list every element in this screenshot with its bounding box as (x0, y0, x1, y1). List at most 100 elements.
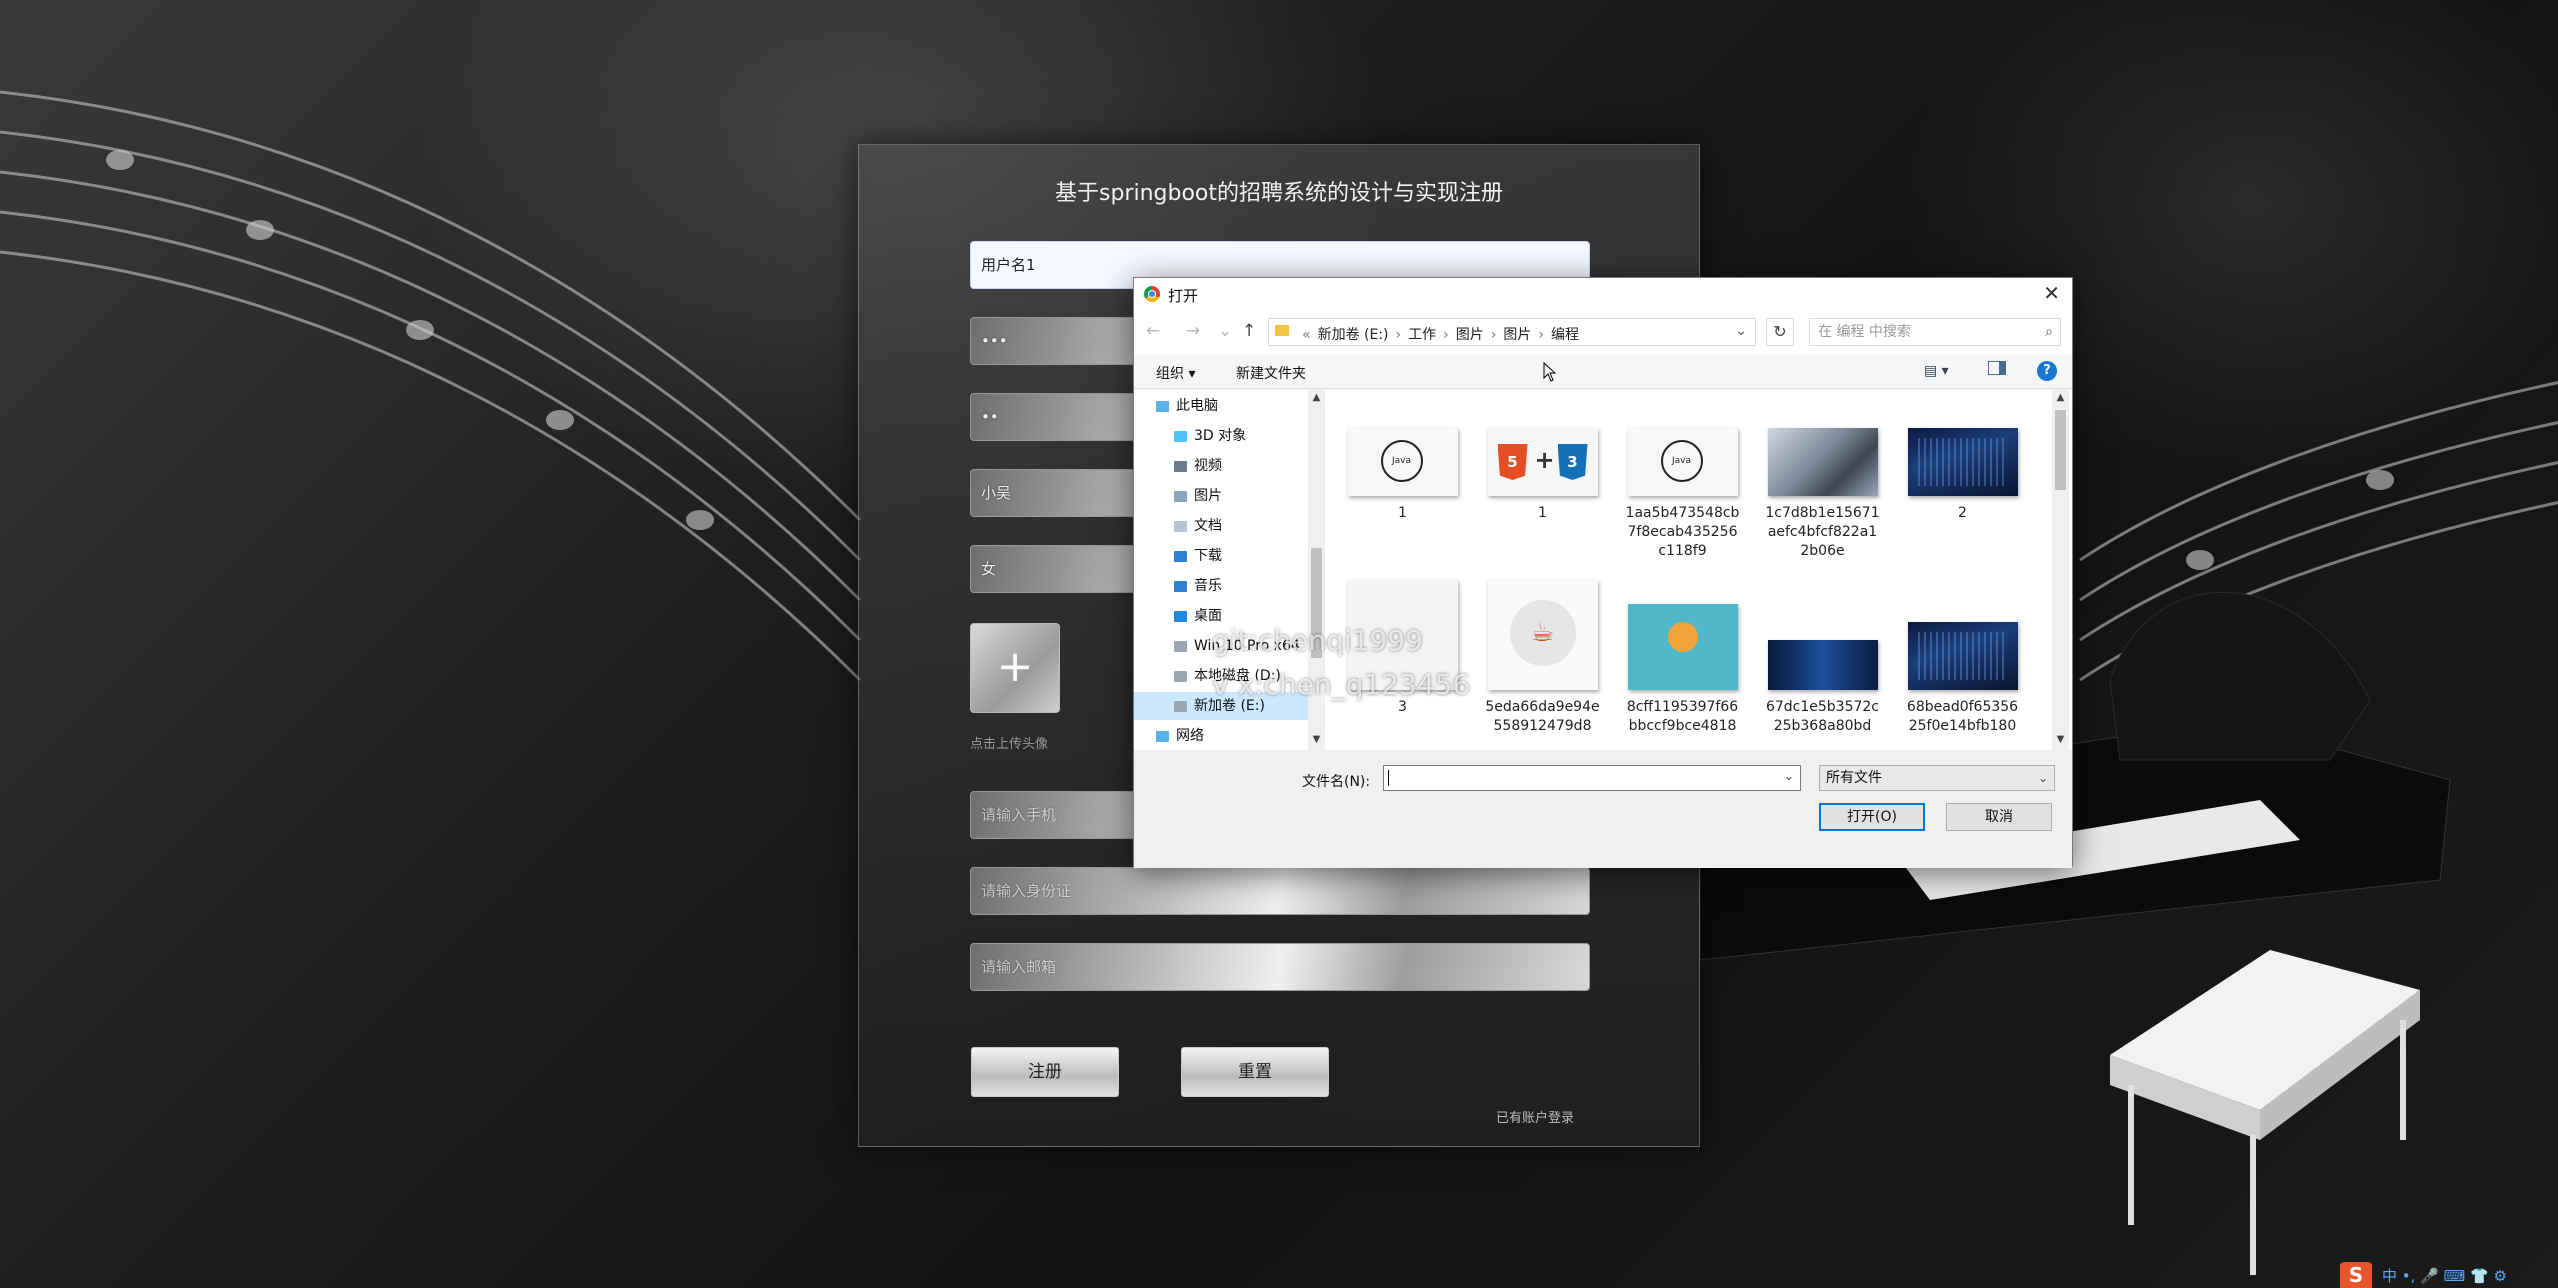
new-folder-button[interactable]: 新建文件夹 (1236, 363, 1306, 383)
file-name: 1aa5b473548cb7f8ecab435256c118f9 (1625, 505, 1740, 559)
nav-item-label: 网络 (1176, 728, 1204, 744)
file-item[interactable]: Java 1 (1345, 428, 1460, 523)
pictures-icon (1174, 490, 1187, 502)
cancel-button[interactable]: 取消 (1946, 803, 2052, 831)
search-input[interactable]: 在 编程 中搜索 ⌕ (1809, 318, 2061, 346)
confirm-password-value: •• (981, 408, 999, 426)
chevron-down-icon: ⌄ (2037, 771, 2048, 785)
ime-status[interactable]: 中 •, 🎤 ⌨ 👕 ⚙ (2382, 1265, 2507, 1286)
file-item[interactable]: 2 (1905, 428, 2020, 523)
breadcrumb-item[interactable]: 图片 (1503, 327, 1531, 343)
refresh-button[interactable]: ↻ (1766, 318, 1794, 346)
dialog-title: 打开 (1168, 287, 1199, 305)
file-name: 1c7d8b1e15671aefc4bfcf822a12b06e (1765, 505, 1880, 559)
scrollbar-thumb[interactable] (2055, 410, 2066, 490)
register-button[interactable]: 注册 (971, 1047, 1119, 1097)
laptop-photo-thumbnail (1767, 428, 1878, 496)
file-item[interactable]: 68bead0f6535625f0e14bfb180 (1905, 622, 2020, 736)
file-name: 8cff1195397f66bbccf9bce4818 (1626, 699, 1739, 734)
filename-input[interactable]: ⌄ (1383, 765, 1801, 791)
back-arrow-icon[interactable]: ← (1146, 321, 1160, 341)
watermark-line: v x:chen_q123456 (1212, 668, 1471, 701)
teal-illustration-thumbnail (1627, 604, 1738, 690)
refresh-icon: ↻ (1773, 322, 1787, 341)
nav-item-music[interactable]: 音乐 (1134, 572, 1327, 600)
sogou-ime-icon[interactable]: S (2340, 1262, 2372, 1288)
open-button[interactable]: 打开(O) (1819, 803, 1925, 831)
username-value: 用户名1 (981, 256, 1036, 274)
3d-objects-icon (1174, 430, 1187, 442)
nav-item-pictures[interactable]: 图片 (1134, 482, 1327, 510)
breadcrumb: «新加卷 (E:) › 工作 › 图片 › 图片 › 编程 (1302, 327, 1579, 343)
view-options-icon[interactable]: ▤ ▾ (1924, 363, 1949, 379)
drive-icon (1174, 640, 1187, 652)
upload-hint: 点击上传头像 (970, 737, 1049, 752)
network-icon (1156, 730, 1169, 742)
scroll-up-icon[interactable]: ▲ (2052, 392, 2069, 403)
drive-icon (1174, 670, 1187, 682)
chevron-down-icon[interactable]: ⌄ (1784, 769, 1794, 783)
address-bar[interactable]: «新加卷 (E:) › 工作 › 图片 › 图片 › 编程 ⌄ (1268, 318, 1756, 346)
email-input[interactable]: 请输入邮箱 (970, 943, 1590, 991)
nav-item-downloads[interactable]: 下载 (1134, 542, 1327, 570)
music-icon (1174, 580, 1187, 592)
gender-value: 女 (981, 560, 997, 578)
java-cup-thumbnail: ☕ (1487, 580, 1598, 690)
recent-dropdown-icon[interactable]: ⌄ (1218, 321, 1232, 341)
file-name: 67dc1e5b3572c25b368a80bd (1765, 699, 1880, 734)
java-logo-thumbnail: Java (1347, 428, 1458, 496)
file-item[interactable]: 5 + 3 1 (1485, 428, 1600, 523)
phone-placeholder: 请输入手机 (981, 806, 1057, 824)
breadcrumb-item[interactable]: 新加卷 (E:) (1318, 327, 1389, 343)
idcard-input[interactable]: 请输入身份证 (970, 867, 1590, 915)
download-icon (1174, 550, 1187, 562)
up-arrow-icon[interactable]: ↑ (1242, 321, 1256, 341)
password-value: ••• (981, 332, 1008, 350)
nav-item-video[interactable]: 视频 (1134, 452, 1327, 480)
desktop-icon (1174, 610, 1187, 622)
file-item[interactable]: Java 1aa5b473548cb7f8ecab435256c118f9 (1625, 428, 1740, 561)
nav-item-label: 视频 (1194, 458, 1222, 474)
file-item[interactable]: 67dc1e5b3572c25b368a80bd (1765, 640, 1880, 736)
organize-menu[interactable]: 组织 ▾ (1156, 363, 1195, 383)
file-item[interactable]: 1c7d8b1e15671aefc4bfcf822a12b06e (1765, 428, 1880, 561)
filename-label: 文件名(N): (1302, 774, 1371, 790)
name-value: 小吴 (981, 484, 1012, 502)
nav-item-label: 此电脑 (1176, 398, 1218, 414)
search-placeholder: 在 编程 中搜索 (1818, 324, 1911, 340)
file-list-scrollbar[interactable]: ▲ ▼ (2052, 390, 2069, 750)
nav-item-network[interactable]: 网络 (1134, 722, 1326, 750)
scroll-down-icon[interactable]: ▼ (1308, 734, 1325, 745)
nav-item-3d-objects[interactable]: 3D 对象 (1134, 422, 1327, 450)
login-link[interactable]: 已有账户登录 (1496, 1107, 1574, 1126)
breadcrumb-item[interactable]: 工作 (1408, 327, 1436, 343)
dialog-titlebar: 打开 ✕ (1134, 278, 2072, 310)
forward-arrow-icon[interactable]: → (1186, 321, 1200, 341)
nav-item-this-pc[interactable]: 此电脑 (1134, 392, 1326, 420)
chevron-down-icon[interactable]: ⌄ (1735, 323, 1747, 339)
nav-item-label: 音乐 (1194, 578, 1222, 594)
file-item[interactable]: 8cff1195397f66bbccf9bce4818 (1625, 604, 1740, 736)
documents-icon (1174, 520, 1187, 532)
file-type-select[interactable]: 所有文件 ⌄ (1819, 765, 2055, 791)
blue-code-thumbnail (1907, 622, 2018, 690)
breadcrumb-item[interactable]: 编程 (1551, 327, 1579, 343)
chrome-icon (1144, 286, 1160, 302)
idcard-placeholder: 请输入身份证 (981, 882, 1072, 900)
avatar-upload-button[interactable]: + (970, 623, 1060, 713)
computer-icon (1156, 400, 1169, 412)
help-icon[interactable]: ? (2037, 361, 2057, 381)
scroll-down-icon[interactable]: ▼ (2052, 734, 2069, 745)
blue-code-thumbnail (1907, 428, 2018, 496)
scroll-up-icon[interactable]: ▲ (1308, 392, 1325, 403)
html5-css3-thumbnail: 5 + 3 (1487, 428, 1598, 496)
close-icon[interactable]: ✕ (2043, 281, 2060, 305)
nav-item-documents[interactable]: 文档 (1134, 512, 1327, 540)
video-icon (1174, 460, 1187, 472)
file-item[interactable]: ☕ 5eda66da9e94e558912479d8 (1485, 580, 1600, 736)
preview-pane-icon[interactable] (1988, 361, 2006, 375)
breadcrumb-item[interactable]: 图片 (1456, 327, 1484, 343)
file-name: 68bead0f6535625f0e14bfb180 (1906, 699, 2019, 734)
nav-item-label: 桌面 (1194, 608, 1222, 624)
reset-button[interactable]: 重置 (1181, 1047, 1329, 1097)
